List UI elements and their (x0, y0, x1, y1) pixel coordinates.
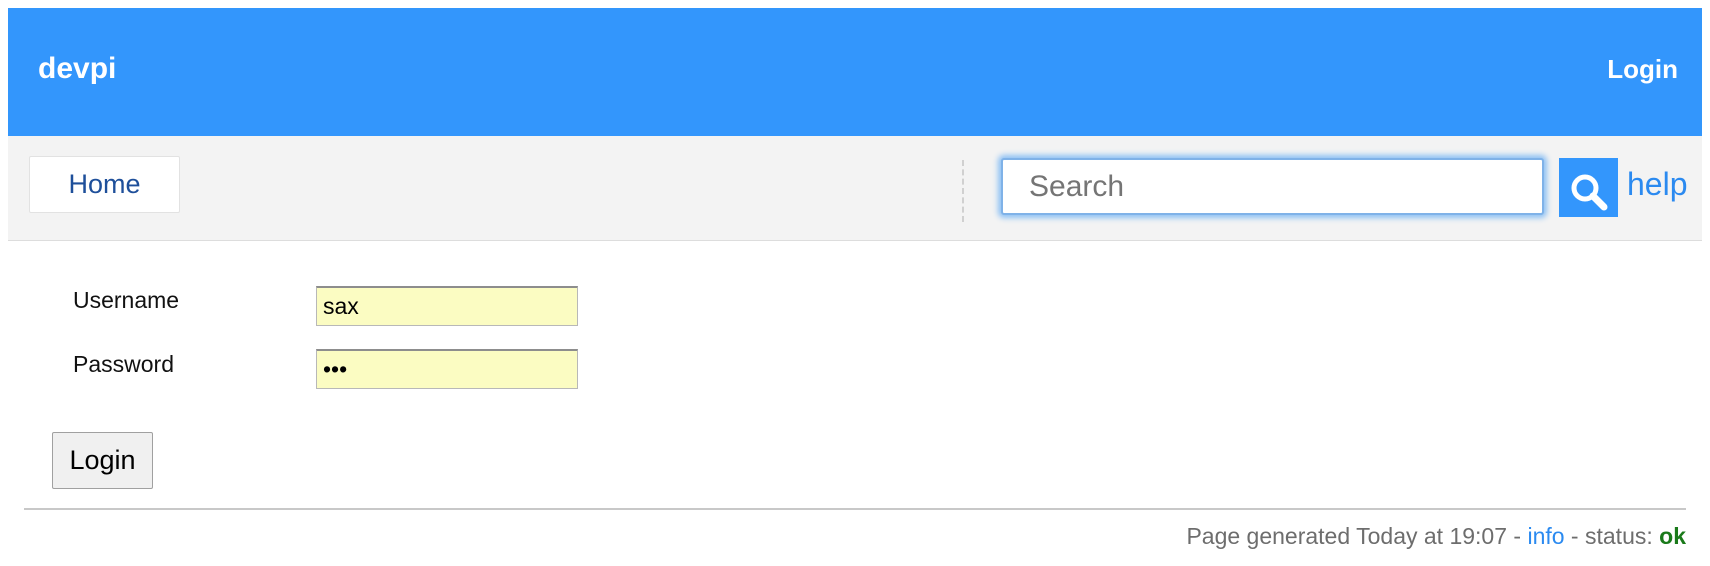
home-button[interactable]: Home (29, 156, 180, 213)
username-label: Username (73, 287, 180, 313)
status-label: status: (1585, 523, 1660, 549)
password-label: Password (73, 351, 174, 377)
search-button[interactable] (1559, 158, 1618, 217)
login-submit-button[interactable]: Login (52, 432, 153, 489)
generated-timestamp: Page generated Today at 19:07 (1186, 523, 1507, 549)
page-footer: Page generated Today at 19:07 - info - s… (1186, 522, 1686, 550)
top-header: devpi Login (8, 8, 1702, 136)
page: devpi Login Home help Username Password … (8, 8, 1702, 566)
header-login-link[interactable]: Login (1607, 54, 1678, 84)
navigation-bar: Home help (8, 136, 1702, 241)
nav-divider (962, 160, 964, 222)
brand-logo-text[interactable]: devpi (38, 52, 116, 86)
status-value: ok (1659, 523, 1686, 549)
footer-divider (24, 508, 1686, 510)
search-icon (1571, 174, 1607, 211)
footer-separator: - (1564, 523, 1585, 549)
footer-separator: - (1507, 523, 1528, 549)
username-field[interactable] (316, 286, 578, 326)
password-field[interactable] (316, 349, 578, 389)
login-form: Username Password Login (8, 240, 1702, 510)
search-input[interactable] (1001, 158, 1544, 215)
info-link[interactable]: info (1527, 523, 1564, 549)
help-link[interactable]: help (1627, 164, 1688, 204)
